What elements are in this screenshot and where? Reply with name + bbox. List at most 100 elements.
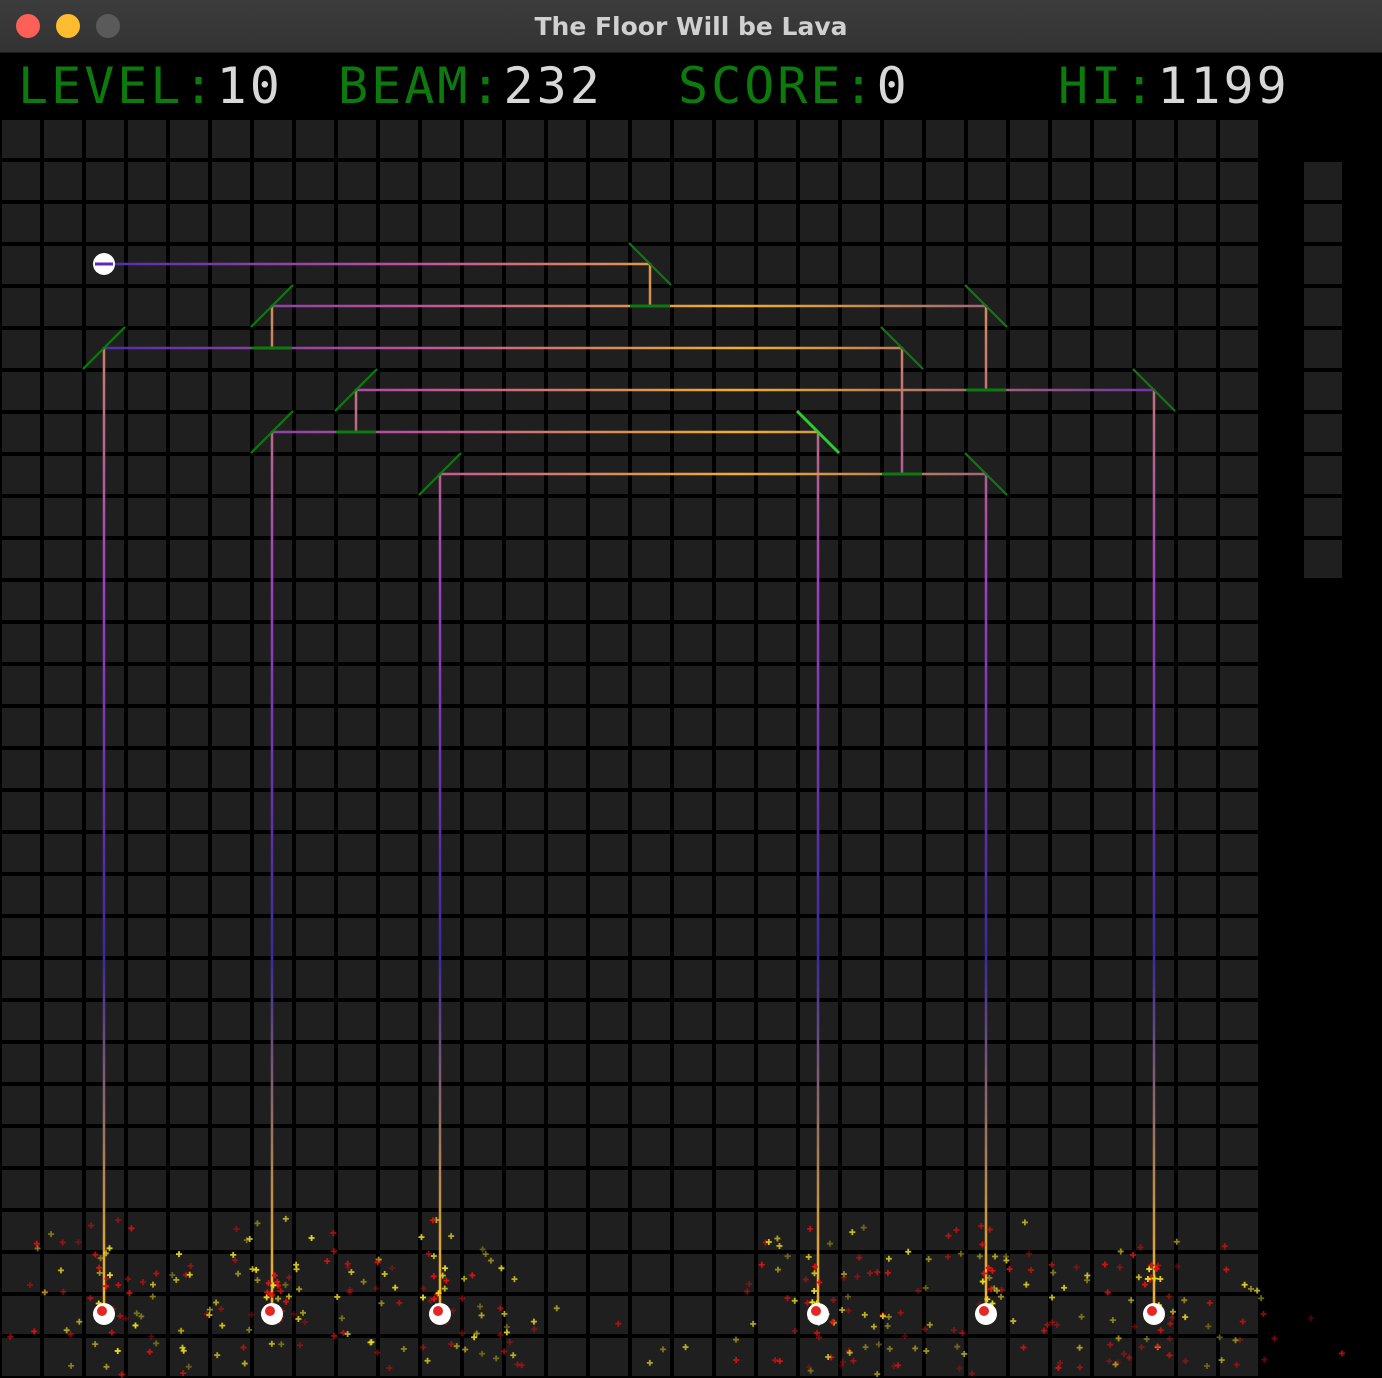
inventory-slot[interactable] bbox=[1304, 330, 1342, 368]
grid-cell[interactable] bbox=[884, 624, 922, 662]
grid-cell[interactable] bbox=[44, 834, 82, 872]
grid-cell[interactable] bbox=[758, 1002, 796, 1040]
grid-cell[interactable] bbox=[2, 792, 40, 830]
grid-cell[interactable] bbox=[758, 834, 796, 872]
grid-cell[interactable] bbox=[1136, 1338, 1174, 1376]
grid-cell[interactable] bbox=[884, 1128, 922, 1166]
grid-cell[interactable] bbox=[506, 918, 544, 956]
grid-cell[interactable] bbox=[170, 456, 208, 494]
grid-cell[interactable] bbox=[1010, 1044, 1048, 1082]
grid-cell[interactable] bbox=[338, 1002, 376, 1040]
grid-cell[interactable] bbox=[212, 120, 250, 158]
grid-cell[interactable] bbox=[464, 792, 502, 830]
grid-cell[interactable] bbox=[1178, 1044, 1216, 1082]
grid-cell[interactable] bbox=[128, 834, 166, 872]
grid-cell[interactable] bbox=[926, 834, 964, 872]
grid-cell[interactable] bbox=[926, 1128, 964, 1166]
grid-cell[interactable] bbox=[296, 708, 334, 746]
grid-cell[interactable] bbox=[296, 624, 334, 662]
grid-cell[interactable] bbox=[1010, 1254, 1048, 1292]
grid-cell[interactable] bbox=[548, 1086, 586, 1124]
grid-cell[interactable] bbox=[464, 582, 502, 620]
grid-cell[interactable] bbox=[380, 540, 418, 578]
grid-cell[interactable] bbox=[1010, 540, 1048, 578]
grid-cell[interactable] bbox=[506, 582, 544, 620]
grid-cell[interactable] bbox=[1094, 960, 1132, 998]
grid-cell[interactable] bbox=[632, 708, 670, 746]
grid-cell[interactable] bbox=[926, 204, 964, 242]
grid-cell[interactable] bbox=[884, 582, 922, 620]
grid-cell[interactable] bbox=[1178, 414, 1216, 452]
grid-cell[interactable] bbox=[884, 1002, 922, 1040]
grid-cell[interactable] bbox=[44, 1338, 82, 1376]
grid-cell[interactable] bbox=[338, 960, 376, 998]
grid-cell[interactable] bbox=[1178, 1212, 1216, 1250]
grid-cell[interactable] bbox=[1010, 204, 1048, 242]
grid-cell[interactable] bbox=[170, 666, 208, 704]
grid-cell[interactable] bbox=[674, 918, 712, 956]
grid-cell[interactable] bbox=[674, 1128, 712, 1166]
grid-cell[interactable] bbox=[464, 1128, 502, 1166]
grid-cell[interactable] bbox=[296, 1170, 334, 1208]
grid-cell[interactable] bbox=[212, 708, 250, 746]
grid-cell[interactable] bbox=[1136, 120, 1174, 158]
grid-cell[interactable] bbox=[926, 120, 964, 158]
grid-cell[interactable] bbox=[296, 456, 334, 494]
grid-cell[interactable] bbox=[464, 120, 502, 158]
grid-cell[interactable] bbox=[1178, 204, 1216, 242]
grid-cell[interactable] bbox=[1178, 1086, 1216, 1124]
grid-cell[interactable] bbox=[212, 834, 250, 872]
grid-cell[interactable] bbox=[338, 1128, 376, 1166]
grid-cell[interactable] bbox=[170, 162, 208, 200]
grid-cell[interactable] bbox=[674, 1254, 712, 1292]
grid-cell[interactable] bbox=[1052, 750, 1090, 788]
grid-cell[interactable] bbox=[464, 876, 502, 914]
grid-cell[interactable] bbox=[2, 960, 40, 998]
grid-cell[interactable] bbox=[758, 666, 796, 704]
grid-cell[interactable] bbox=[1010, 1086, 1048, 1124]
grid-cell[interactable] bbox=[716, 960, 754, 998]
grid-cell[interactable] bbox=[548, 876, 586, 914]
grid-cell[interactable] bbox=[1094, 162, 1132, 200]
grid-cell[interactable] bbox=[338, 918, 376, 956]
grid-cell[interactable] bbox=[296, 162, 334, 200]
grid-cell[interactable] bbox=[170, 540, 208, 578]
grid-cell[interactable] bbox=[1010, 1128, 1048, 1166]
grid-cell[interactable] bbox=[674, 834, 712, 872]
grid-cell[interactable] bbox=[2, 330, 40, 368]
grid-cell[interactable] bbox=[380, 876, 418, 914]
grid-cell[interactable] bbox=[884, 834, 922, 872]
grid-cell[interactable] bbox=[674, 582, 712, 620]
grid-cell[interactable] bbox=[1010, 834, 1048, 872]
grid-cell[interactable] bbox=[884, 204, 922, 242]
grid-cell[interactable] bbox=[926, 582, 964, 620]
grid-cell[interactable] bbox=[1094, 1002, 1132, 1040]
grid-cell[interactable] bbox=[170, 372, 208, 410]
grid-cell[interactable] bbox=[338, 1254, 376, 1292]
grid-cell[interactable] bbox=[884, 540, 922, 578]
grid-cell[interactable] bbox=[926, 918, 964, 956]
grid-cell[interactable] bbox=[44, 372, 82, 410]
grid-cell[interactable] bbox=[44, 1170, 82, 1208]
grid-cell[interactable] bbox=[380, 624, 418, 662]
grid-cell[interactable] bbox=[1052, 792, 1090, 830]
grid-cell[interactable] bbox=[380, 918, 418, 956]
grid-cell[interactable] bbox=[1178, 456, 1216, 494]
grid-cell[interactable] bbox=[884, 792, 922, 830]
grid-cell[interactable] bbox=[1220, 120, 1258, 158]
grid-cell[interactable] bbox=[884, 1170, 922, 1208]
grid-cell[interactable] bbox=[2, 708, 40, 746]
grid-cell[interactable] bbox=[842, 1044, 880, 1082]
grid-cell[interactable] bbox=[1052, 1128, 1090, 1166]
grid-cell[interactable] bbox=[44, 1086, 82, 1124]
grid-cell[interactable] bbox=[128, 1254, 166, 1292]
grid-cell[interactable] bbox=[212, 414, 250, 452]
grid-cell[interactable] bbox=[44, 498, 82, 536]
grid-cell[interactable] bbox=[296, 1296, 334, 1334]
grid-cell[interactable] bbox=[590, 666, 628, 704]
grid-cell[interactable] bbox=[2, 414, 40, 452]
grid-cell[interactable] bbox=[842, 246, 880, 284]
grid-cell[interactable] bbox=[716, 1128, 754, 1166]
grid-cell[interactable] bbox=[380, 498, 418, 536]
grid-cell[interactable] bbox=[1094, 204, 1132, 242]
